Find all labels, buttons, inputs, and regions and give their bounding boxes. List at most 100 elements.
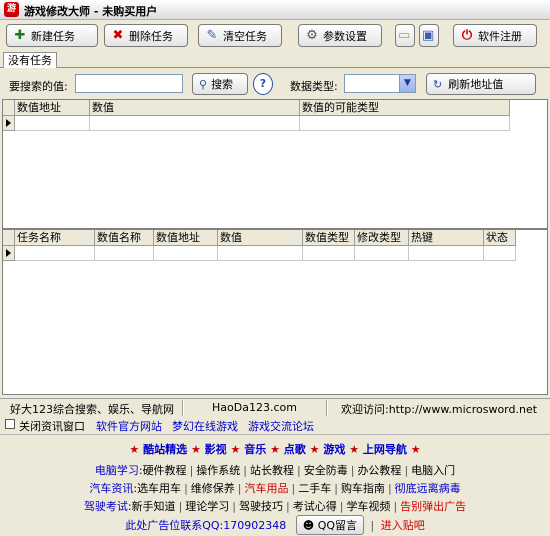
ad-nav-item[interactable]: 上网导航 bbox=[363, 443, 407, 456]
results-col-type[interactable]: 数值的可能类型 bbox=[300, 100, 510, 116]
task-col-status[interactable]: 状态 bbox=[484, 230, 516, 246]
search-value-input[interactable] bbox=[75, 74, 183, 93]
ad-link[interactable]: 新手知道 bbox=[132, 500, 176, 513]
save-icon: ▣ bbox=[422, 27, 435, 43]
refresh-address-label: 刷新地址值 bbox=[448, 78, 504, 91]
task-header-corner bbox=[3, 230, 15, 246]
ad-nav-item[interactable]: 影视 bbox=[205, 443, 227, 456]
task-col-value-type[interactable]: 数值类型 bbox=[303, 230, 355, 246]
results-header-corner bbox=[3, 100, 15, 116]
star-icon: ★ bbox=[270, 443, 280, 456]
ad-row-computer: 电脑学习:硬件教程 | 操作系统 | 站长教程 | 安全防毒 | 办公教程 | 电脑入门 bbox=[94, 464, 456, 477]
ad-nav: ★ 酷站精选 ★ 影视 ★ 音乐 ★ 点歌 ★ 游戏 ★ 上网导航 ★ bbox=[0, 441, 550, 457]
ad-link[interactable]: 选车用车 bbox=[137, 482, 181, 495]
table-row[interactable] bbox=[300, 116, 510, 131]
table-row[interactable] bbox=[90, 116, 300, 131]
ad-row-head[interactable]: 驾驶考试 bbox=[84, 500, 128, 513]
clear-icon: ✎ bbox=[206, 27, 218, 43]
ad-link[interactable]: 考试心得 bbox=[293, 500, 337, 513]
open-button[interactable]: ▭ bbox=[395, 24, 415, 47]
forum-link[interactable]: 游戏交流论坛 bbox=[248, 418, 314, 434]
ad-link[interactable]: 站长教程 bbox=[250, 464, 294, 477]
table-row[interactable] bbox=[15, 116, 90, 131]
task-col-modify-type[interactable]: 修改类型 bbox=[355, 230, 409, 246]
chevron-down-icon[interactable]: ▼ bbox=[399, 75, 415, 92]
table-row[interactable] bbox=[15, 246, 95, 261]
search-value-label: 要搜索的值: bbox=[9, 80, 68, 93]
tab-no-task[interactable]: 没有任务 bbox=[3, 52, 57, 68]
results-col-address[interactable]: 数值地址 bbox=[15, 100, 90, 116]
close-info-label[interactable]: 关闭资讯窗口 bbox=[19, 418, 85, 434]
delete-icon: ✖ bbox=[112, 27, 124, 43]
table-row[interactable] bbox=[409, 246, 484, 261]
task-col-name[interactable]: 任务名称 bbox=[15, 230, 95, 246]
table-row[interactable] bbox=[303, 246, 355, 261]
task-col-address[interactable]: 数值地址 bbox=[154, 230, 218, 246]
ad-link[interactable]: 汽车用品 bbox=[245, 482, 289, 495]
search-button-label: 搜索 bbox=[211, 78, 234, 91]
online-games-link[interactable]: 梦幻在线游戏 bbox=[172, 418, 238, 434]
clear-tasks-button[interactable]: ✎ 清空任务 bbox=[198, 24, 282, 47]
ad-nav-item[interactable]: 点歌 bbox=[284, 443, 306, 456]
ad-link[interactable]: 购车指南 bbox=[341, 482, 385, 495]
status-welcome[interactable]: 欢迎访问:http://www.microsword.net bbox=[341, 401, 537, 417]
official-site-link[interactable]: 软件官方网站 bbox=[96, 418, 162, 434]
data-type-select[interactable]: ▼ bbox=[344, 74, 416, 93]
ad-link[interactable]: 学车视频 bbox=[346, 500, 390, 513]
table-row[interactable] bbox=[484, 246, 516, 261]
close-info-checkbox[interactable] bbox=[5, 419, 15, 429]
plus-icon: ✚ bbox=[14, 27, 26, 43]
power-icon: ⏻ bbox=[461, 27, 473, 43]
tab-strip: 没有任务 bbox=[0, 50, 550, 68]
ad-row-car: 汽车资讯:选车用车 | 维修保养 | 汽车用品 | 二手车 | 购车指南 | 彻底远离病毒 bbox=[89, 482, 461, 495]
ad-link[interactable]: 二手车 bbox=[298, 482, 331, 495]
row-pointer-icon bbox=[6, 249, 11, 257]
ad-link[interactable]: 操作系统 bbox=[196, 464, 240, 477]
status-promo[interactable]: 好大123综合搜索、娱乐、导航网 bbox=[10, 401, 174, 417]
settings-icon: ⚙ bbox=[306, 27, 318, 43]
refresh-address-button[interactable]: ↻ 刷新地址值 bbox=[426, 73, 536, 95]
table-row[interactable] bbox=[95, 246, 154, 261]
qq-message-button[interactable]: ☻ QQ留言 bbox=[295, 515, 365, 535]
help-icon[interactable]: ? bbox=[253, 73, 273, 95]
ad-row-head[interactable]: 电脑学习 bbox=[95, 464, 139, 477]
ad-contact-text[interactable]: 此处广告位联系QQ:170902348 bbox=[125, 519, 286, 532]
star-icon: ★ bbox=[410, 443, 421, 456]
ad-link[interactable]: 告别弹出广告 bbox=[400, 500, 466, 513]
task-table: 任务名称 数值名称 数值地址 数值 数值类型 修改类型 热键 状态 bbox=[2, 229, 548, 395]
table-row[interactable] bbox=[154, 246, 218, 261]
results-col-value[interactable]: 数值 bbox=[90, 100, 300, 116]
app-icon: 游 bbox=[4, 2, 19, 17]
magnifier-icon: ⚲ bbox=[199, 77, 208, 91]
ad-nav-item[interactable]: 游戏 bbox=[323, 443, 345, 456]
ad-link[interactable]: 安全防毒 bbox=[304, 464, 348, 477]
links-row: 关闭资讯窗口 软件官方网站 梦幻在线游戏 游戏交流论坛 bbox=[0, 416, 550, 434]
ad-row-head[interactable]: 汽车资讯 bbox=[89, 482, 133, 495]
qq-icon: ☻ bbox=[302, 519, 315, 532]
delete-task-button[interactable]: ✖ 删除任务 bbox=[104, 24, 188, 47]
enter-forum-link[interactable]: 进入贴吧 bbox=[381, 519, 425, 532]
status-domain[interactable]: HaoDa123.com bbox=[212, 401, 297, 414]
task-col-value-name[interactable]: 数值名称 bbox=[95, 230, 154, 246]
save-button[interactable]: ▣ bbox=[419, 24, 439, 47]
ad-link[interactable]: 硬件教程 bbox=[143, 464, 187, 477]
search-button[interactable]: ⚲ 搜索 bbox=[192, 73, 248, 95]
new-task-label: 新建任务 bbox=[31, 29, 75, 43]
ad-link[interactable]: 理论学习 bbox=[185, 500, 229, 513]
ad-link[interactable]: 维修保养 bbox=[191, 482, 235, 495]
star-icon: ★ bbox=[309, 443, 320, 456]
table-row[interactable] bbox=[355, 246, 409, 261]
task-col-hotkey[interactable]: 热键 bbox=[409, 230, 484, 246]
task-col-value[interactable]: 数值 bbox=[218, 230, 303, 246]
settings-button[interactable]: ⚙ 参数设置 bbox=[298, 24, 382, 47]
table-row[interactable] bbox=[218, 246, 303, 261]
ad-nav-item[interactable]: 酷站精选 bbox=[143, 443, 187, 456]
status-divider bbox=[326, 400, 328, 416]
ad-link[interactable]: 驾驶技巧 bbox=[239, 500, 283, 513]
ad-link[interactable]: 办公教程 bbox=[357, 464, 401, 477]
ad-link[interactable]: 彻底远离病毒 bbox=[395, 482, 461, 495]
ad-link[interactable]: 电脑入门 bbox=[411, 464, 455, 477]
ad-nav-item[interactable]: 音乐 bbox=[244, 443, 266, 456]
register-button[interactable]: ⏻ 软件注册 bbox=[453, 24, 537, 47]
new-task-button[interactable]: ✚ 新建任务 bbox=[6, 24, 98, 47]
